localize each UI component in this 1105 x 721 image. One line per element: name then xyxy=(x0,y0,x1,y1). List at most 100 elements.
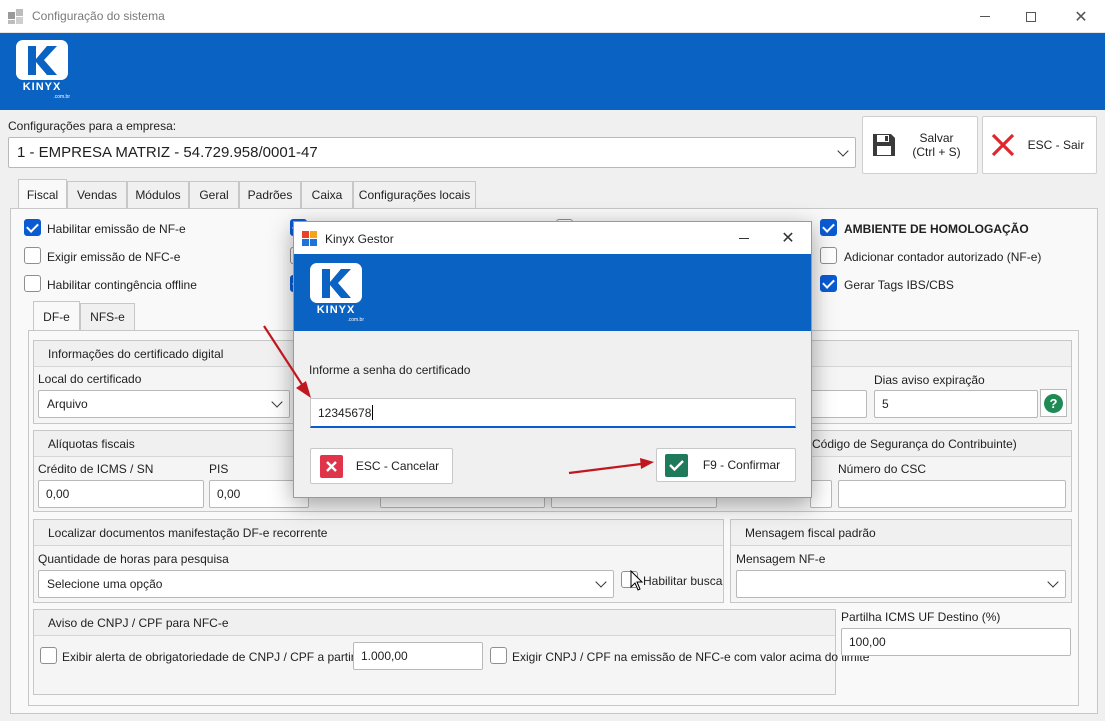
tab-vendas[interactable]: Vendas xyxy=(67,181,127,208)
mensagem-nfe-select[interactable] xyxy=(736,570,1066,598)
exit-label: ESC - Sair xyxy=(1027,138,1085,152)
subtab-nfse[interactable]: NFS-e xyxy=(80,303,135,330)
tab-padroes[interactable]: Padrões xyxy=(239,181,301,208)
exibir-alerta-label: Exibir alerta de obrigatoriedade de CNPJ… xyxy=(62,650,375,664)
cert-field-partial[interactable] xyxy=(810,390,867,418)
app-icon xyxy=(302,231,317,246)
nfe-checkbox-label: Habilitar emissão de NF-e xyxy=(47,222,186,236)
save-icon xyxy=(873,134,895,156)
pis-label: PIS xyxy=(209,462,229,476)
contador-checkbox[interactable] xyxy=(820,247,837,264)
help-button[interactable]: ? xyxy=(1040,389,1067,417)
window-title: Configuração do sistema xyxy=(32,9,165,23)
dialog-banner: KINYX .com.br xyxy=(294,254,811,331)
confirm-button[interactable]: F9 - Confirmar xyxy=(656,448,796,482)
password-prompt: Informe a senha do certificado xyxy=(309,363,471,377)
kinyx-logo: KINYX .com.br xyxy=(308,262,364,323)
cancel-button[interactable]: ESC - Cancelar xyxy=(310,448,453,484)
mensagem-nfe-label: Mensagem NF-e xyxy=(736,552,826,566)
header-banner: KINYX .com.br xyxy=(0,33,1105,110)
partilha-input[interactable]: 100,00 xyxy=(841,628,1071,656)
habilitar-busca-label: Habilitar busca xyxy=(643,574,723,588)
company-select-value: 1 - EMPRESA MATRIZ - 54.729.958/0001-47 xyxy=(17,144,318,161)
minimize-icon xyxy=(980,16,990,17)
nfce-checkbox-label: Exigir emissão de NFC-e xyxy=(47,250,181,264)
icms-input[interactable]: 0,00 xyxy=(38,480,204,508)
icms-label: Crédito de ICMS / SN xyxy=(38,462,154,476)
chevron-down-icon xyxy=(837,144,849,157)
homologacao-checkbox[interactable] xyxy=(820,219,837,236)
dias-aviso-input[interactable]: 5 xyxy=(874,390,1038,418)
horas-select-value: Selecione uma opção xyxy=(47,577,163,591)
local-certificado-label: Local do certificado xyxy=(38,372,142,386)
cancel-label: ESC - Cancelar xyxy=(355,459,440,473)
aviso-group-title: Aviso de CNPJ / CPF para NFC-e xyxy=(34,610,835,636)
csc-group-title: Código de Segurança do Contribuinte) xyxy=(812,437,1017,451)
app-icon xyxy=(8,9,23,24)
minimize-button[interactable] xyxy=(962,0,1008,33)
local-certificado-select[interactable]: Arquivo xyxy=(38,390,290,418)
tab-fiscal[interactable]: Fiscal xyxy=(18,179,67,209)
save-label: Salvar xyxy=(919,131,954,145)
manifestacao-group-title: Localizar documentos manifestação DF-e r… xyxy=(34,520,723,546)
confirm-check-icon xyxy=(665,453,688,477)
horas-select[interactable]: Selecione uma opção xyxy=(38,570,614,598)
exit-button[interactable]: ESC - Sair xyxy=(982,116,1097,174)
subtab-dfe[interactable]: DF-e xyxy=(33,301,80,331)
offline-checkbox-label: Habilitar contingência offline xyxy=(47,278,197,292)
maximize-button[interactable] xyxy=(1008,0,1054,33)
text-caret xyxy=(372,405,374,420)
close-window-button[interactable]: ✕ xyxy=(1058,0,1104,33)
ibs-checkbox[interactable] xyxy=(820,275,837,292)
tab-caixa[interactable]: Caixa xyxy=(301,181,353,208)
password-input[interactable]: 12345678 xyxy=(310,398,796,428)
company-select[interactable]: 1 - EMPRESA MATRIZ - 54.729.958/0001-47 xyxy=(8,137,856,168)
close-x-icon xyxy=(991,133,1015,157)
exibir-alerta-checkbox[interactable] xyxy=(40,647,57,664)
dialog-minimize-button[interactable] xyxy=(724,222,764,254)
exigir-cnpj-checkbox[interactable] xyxy=(490,647,507,664)
csc-id-input[interactable] xyxy=(810,480,832,508)
mouse-cursor-icon xyxy=(630,570,644,591)
contador-label: Adicionar contador autorizado (NF-e) xyxy=(844,250,1042,264)
exibir-alerta-input[interactable]: 1.000,00 xyxy=(353,642,483,670)
exigir-cnpj-label: Exigir CNPJ / CPF na emissão de NFC-e co… xyxy=(512,650,870,664)
mensagem-group-title: Mensagem fiscal padrão xyxy=(731,520,1071,546)
close-icon: ✕ xyxy=(781,230,795,247)
window-titlebar: Configuração do sistema ✕ xyxy=(0,0,1105,33)
dialog-title: Kinyx Gestor xyxy=(325,232,394,246)
tab-modulos[interactable]: Módulos xyxy=(127,181,189,208)
horas-label: Quantidade de horas para pesquisa xyxy=(38,552,229,566)
save-shortcut: (Ctrl + S) xyxy=(912,145,961,159)
partilha-label: Partilha ICMS UF Destino (%) xyxy=(841,610,1001,624)
close-icon: ✕ xyxy=(1074,8,1088,26)
kinyx-logo-icon xyxy=(310,263,362,303)
numero-csc-input[interactable] xyxy=(838,480,1066,508)
numero-csc-label: Número do CSC xyxy=(838,462,927,476)
password-value: 12345678 xyxy=(318,405,372,420)
tab-geral[interactable]: Geral xyxy=(189,181,239,208)
tab-configuracoes-locais[interactable]: Configurações locais xyxy=(353,181,476,208)
dias-aviso-label: Dias aviso expiração xyxy=(874,373,985,387)
company-label: Configurações para a empresa: xyxy=(8,119,177,133)
dialog-close-button[interactable]: ✕ xyxy=(768,222,808,254)
minimize-icon xyxy=(739,237,749,239)
cancel-x-icon xyxy=(320,454,343,478)
nfe-checkbox[interactable] xyxy=(24,219,41,236)
ibs-label: Gerar Tags IBS/CBS xyxy=(844,278,954,292)
kinyx-logo-icon xyxy=(16,40,68,80)
chevron-down-icon xyxy=(595,576,607,588)
kinyx-logo: KINYX .com.br xyxy=(14,39,70,100)
chevron-down-icon xyxy=(1047,576,1059,588)
dialog-titlebar: Kinyx Gestor ✕ xyxy=(294,222,811,254)
save-button[interactable]: Salvar (Ctrl + S) xyxy=(862,116,978,174)
help-icon: ? xyxy=(1044,393,1063,413)
homologacao-label: AMBIENTE DE HOMOLOGAÇÃO xyxy=(844,222,1029,236)
nfce-checkbox[interactable] xyxy=(24,247,41,264)
certificate-password-dialog: Kinyx Gestor ✕ KINYX .com.br Informe a s… xyxy=(293,221,812,498)
offline-checkbox[interactable] xyxy=(24,275,41,292)
confirm-label: F9 - Confirmar xyxy=(702,458,781,472)
local-certificado-value: Arquivo xyxy=(47,397,88,411)
chevron-down-icon xyxy=(271,396,283,408)
maximize-icon xyxy=(1026,11,1036,22)
